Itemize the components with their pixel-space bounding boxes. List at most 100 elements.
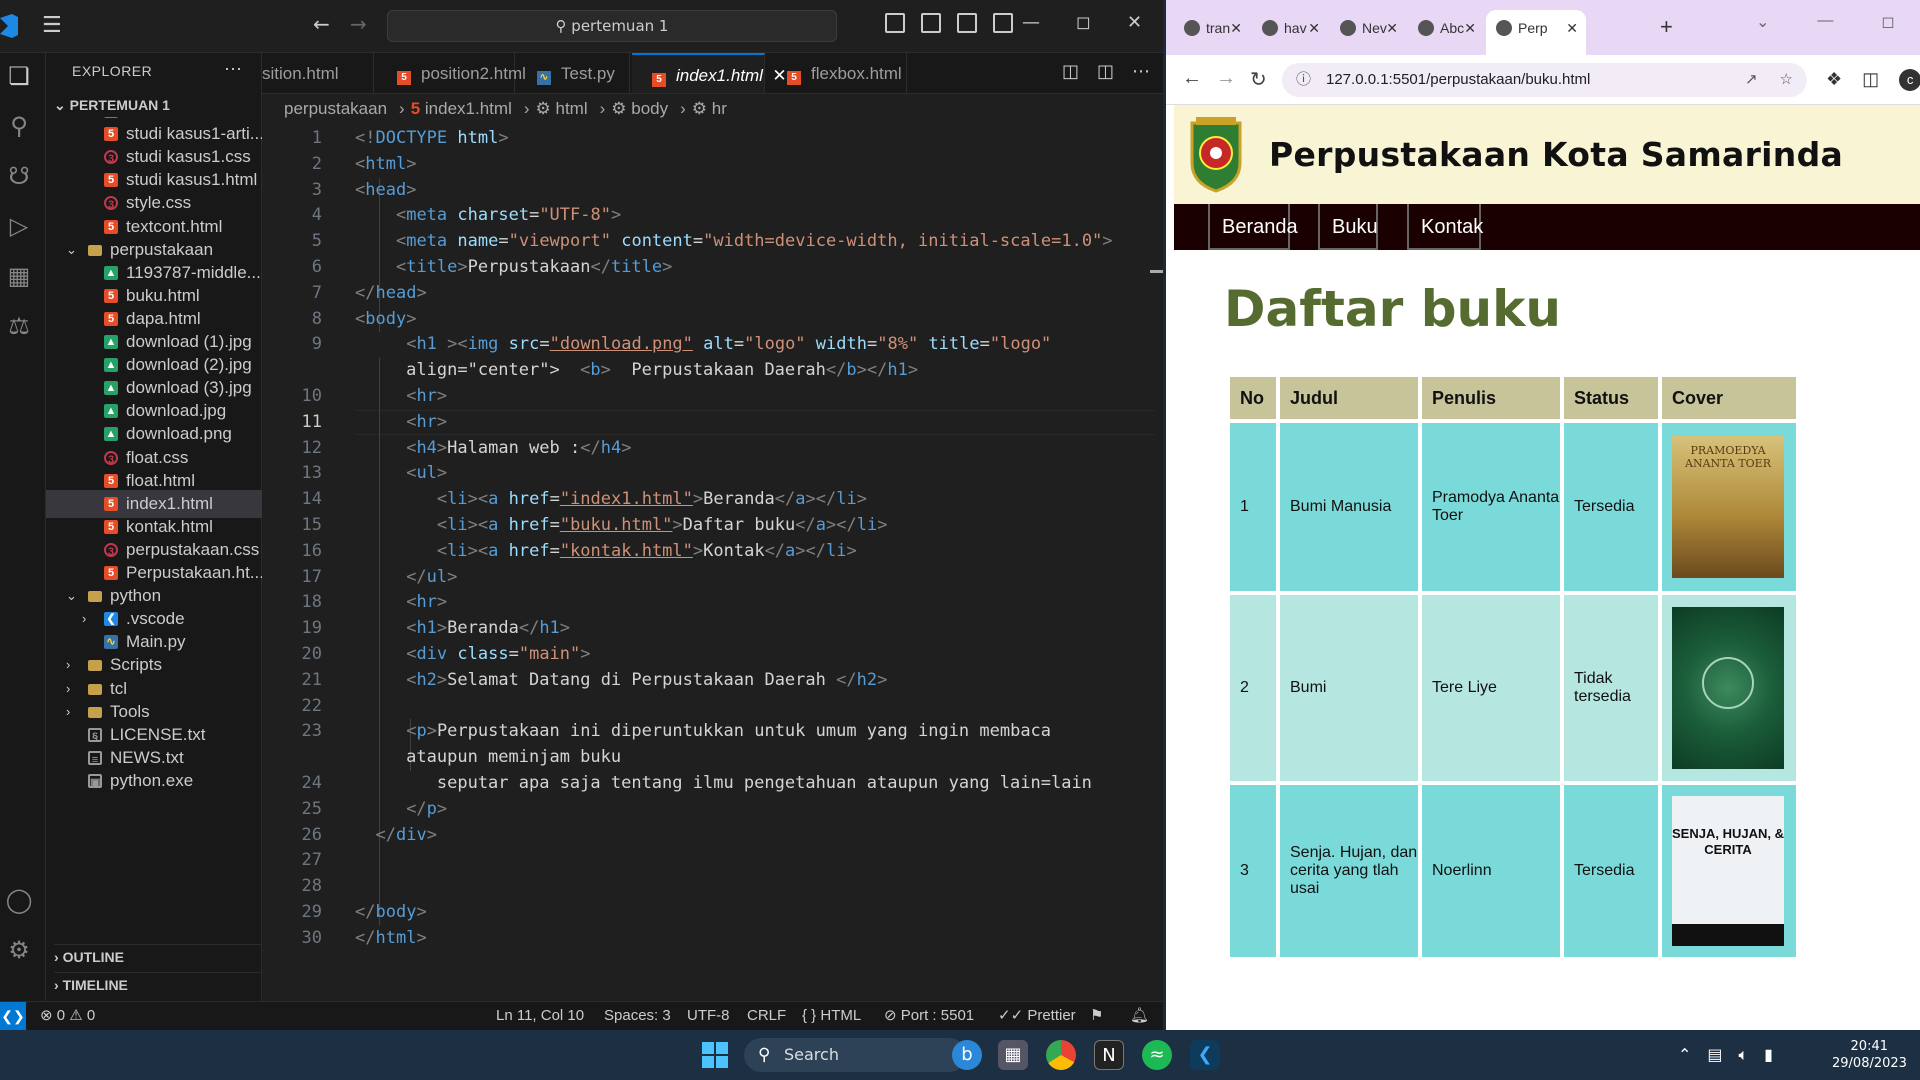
minimize-icon[interactable]: — — [1022, 12, 1040, 33]
folder-icon — [88, 591, 102, 603]
browser-forward-icon[interactable]: → — [1216, 67, 1236, 90]
browser-tab[interactable]: Perp ✕ — [1486, 10, 1586, 55]
address-bar[interactable]: ⓘ 127.0.0.1:5501/perpustakaan/buku.html … — [1282, 63, 1807, 97]
taskbar-search[interactable]: ⚲ Search — [744, 1038, 966, 1072]
timeline-section[interactable]: › TIMELINE — [54, 972, 262, 993]
cursor-position[interactable]: Ln 11, Col 10 — [496, 1002, 584, 1030]
notifications-bell-icon[interactable]: 🔔︎ — [1130, 1002, 1149, 1030]
browser-back-icon[interactable]: ← — [1182, 67, 1202, 90]
line-number: 3 — [311, 179, 322, 200]
workspace-root[interactable]: ⌄ PERTEMUAN 1 — [54, 97, 170, 114]
editor-tab[interactable]: sition.html — [262, 53, 374, 93]
bing-icon[interactable]: b — [952, 1040, 982, 1070]
end-of-line[interactable]: CRLF — [747, 1002, 786, 1030]
scrollbar-indicator[interactable] — [1150, 270, 1163, 273]
search-icon[interactable]: ⚲ — [4, 111, 34, 141]
share-icon[interactable]: ↗ — [1745, 63, 1758, 97]
network-icon[interactable]: ▤ — [1707, 1045, 1722, 1065]
reload-icon[interactable]: ↻ — [1250, 67, 1267, 92]
accounts-icon[interactable]: ◯ — [4, 885, 34, 915]
split-editor-icon[interactable]: ◫ — [1097, 61, 1114, 82]
new-tab-button[interactable]: + — [1660, 14, 1673, 40]
browser-tab[interactable]: tran ✕ — [1174, 10, 1250, 46]
nav-link[interactable]: Buku — [1318, 204, 1378, 250]
toggle-secondary-sidebar-icon[interactable] — [957, 13, 977, 33]
side-panel-icon[interactable]: ◫ — [1862, 69, 1879, 91]
tray-overflow-icon[interactable]: ⌃ — [1678, 1045, 1691, 1065]
customize-layout-icon[interactable] — [993, 13, 1013, 33]
chrome-minimize-icon[interactable]: — — [1817, 12, 1833, 32]
toggle-panel-icon[interactable] — [921, 13, 941, 33]
prettier-status[interactable]: ✓✓ Prettier — [998, 1002, 1076, 1030]
battery-icon[interactable]: ▮ — [1764, 1045, 1773, 1065]
toggle-sidebar-icon[interactable] — [885, 13, 905, 33]
line-number: 18 — [301, 592, 322, 613]
breadcrumb-item[interactable]: ⚙ hr — [692, 99, 733, 118]
cover-title-text: SENJA, HUJAN, & CERITA — [1672, 826, 1784, 857]
open-preview-icon[interactable]: ◫ — [1062, 61, 1079, 82]
clock[interactable]: 20:41 29/08/2023 — [1832, 1038, 1907, 1072]
text-file-icon: ≡ — [88, 750, 102, 766]
close-tab-icon[interactable]: ✕ — [1308, 10, 1320, 46]
extensions-puzzle-icon[interactable]: ❖ — [1826, 69, 1842, 91]
image-file-icon: ▲ — [104, 404, 118, 419]
close-tab-icon[interactable]: ✕ — [1386, 10, 1398, 46]
nav-back-icon[interactable]: ← — [313, 12, 330, 36]
browser-tab[interactable]: hav ✕ — [1252, 10, 1328, 46]
source-control-icon[interactable]: ☋ — [4, 161, 34, 191]
notion-icon[interactable]: N — [1094, 1040, 1124, 1070]
cell-judul: Bumi Manusia — [1280, 423, 1418, 591]
remote-indicator-icon[interactable]: ❮❯ — [0, 1002, 26, 1030]
breadcrumb-item[interactable]: ⚙ html — [536, 99, 594, 118]
close-tab-icon[interactable]: ✕ — [1464, 10, 1476, 46]
command-center-search[interactable]: ⚲ pertemuan 1 — [387, 10, 837, 42]
live-server-port[interactable]: ⊘ Port : 5501 — [884, 1002, 974, 1030]
site-info-icon[interactable]: ⓘ — [1296, 63, 1311, 97]
file-explorer-icon[interactable]: ▦ — [998, 1040, 1028, 1070]
run-debug-icon[interactable]: ▷ — [4, 211, 34, 241]
browser-tab[interactable]: Nev ✕ — [1330, 10, 1406, 46]
more-actions-icon[interactable]: ⋯ — [1132, 61, 1150, 82]
profile-avatar[interactable]: c — [1899, 69, 1920, 91]
layout-controls — [885, 13, 1013, 33]
start-button[interactable] — [702, 1042, 728, 1068]
settings-gear-icon[interactable]: ⚙ — [4, 935, 34, 965]
editor-tab[interactable]: 5 flexbox.html — [767, 53, 907, 93]
breadcrumb-item[interactable]: perpustakaan — [284, 99, 393, 118]
explorer-more-actions-icon[interactable]: ⋯ — [224, 59, 242, 80]
editor-tab[interactable]: 5 index1.html ✕ — [632, 53, 787, 93]
close-tab-icon[interactable]: ✕ — [1566, 10, 1578, 46]
browser-tab[interactable]: Abc ✕ — [1408, 10, 1484, 46]
extensions-icon[interactable]: ▦ — [4, 261, 34, 291]
editor-tab[interactable]: 5 position2.html — [377, 53, 526, 93]
spotify-icon[interactable]: ≈ — [1142, 1040, 1172, 1070]
nav-link[interactable]: Kontak — [1407, 204, 1483, 250]
accounts-status-icon[interactable]: ⚑ — [1090, 1002, 1103, 1030]
volume-icon[interactable]: 🔈︎ — [1739, 1045, 1749, 1065]
code-editor[interactable]: 1 2 3 4 5 6 7 8 9 10 11 12 13 14 15 16 17 18 19 20 21 22 23 24 2… — [262, 124, 1163, 1001]
chrome-taskbar-icon[interactable] — [1046, 1040, 1076, 1070]
bookmark-star-icon[interactable]: ☆ — [1780, 63, 1793, 97]
testing-icon[interactable]: ⚖ — [4, 311, 34, 341]
encoding[interactable]: UTF-8 — [687, 1002, 730, 1030]
close-tab-icon[interactable]: ✕ — [1230, 10, 1242, 46]
close-icon[interactable]: ✕ — [1127, 12, 1142, 33]
header-judul: Judul — [1280, 377, 1418, 419]
breadcrumb-item[interactable]: 5 index1.html — [411, 99, 518, 118]
nav-forward-icon[interactable]: → — [350, 12, 367, 36]
problems-indicator[interactable]: ⊗ 0 ⚠ 0 — [40, 1002, 95, 1030]
editor-tab[interactable]: ∿ Test.py — [517, 53, 630, 93]
hamburger-menu-icon[interactable]: ☰ — [42, 14, 62, 38]
breadcrumb-separator-icon: › — [523, 99, 530, 118]
chrome-maximize-icon[interactable]: ◻ — [1881, 12, 1894, 32]
language-mode[interactable]: { } HTML — [802, 1002, 861, 1030]
outline-section[interactable]: › OUTLINE — [54, 944, 262, 965]
indentation[interactable]: Spaces: 3 — [604, 1002, 671, 1030]
tab-search-icon[interactable]: ⌄ — [1756, 12, 1769, 32]
vscode-taskbar-icon[interactable]: ❮ — [1190, 1040, 1220, 1070]
maximize-icon[interactable]: ◻ — [1076, 12, 1091, 33]
breadcrumb-item[interactable]: ⚙ body — [611, 99, 674, 118]
tree-file[interactable]: ▣ python.exe — [46, 767, 262, 795]
explorer-icon[interactable]: ❏ — [4, 61, 34, 91]
nav-link[interactable]: Beranda — [1208, 204, 1298, 250]
